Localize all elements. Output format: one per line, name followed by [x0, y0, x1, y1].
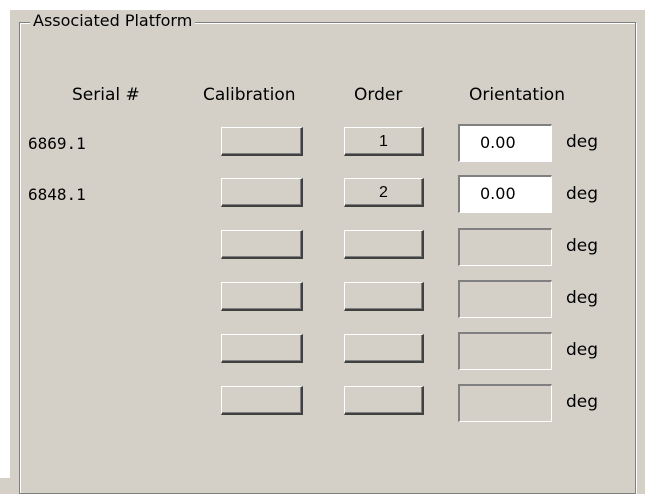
order-button[interactable] [344, 386, 424, 415]
unit-label: deg [566, 288, 599, 308]
unit-label: deg [566, 132, 599, 152]
orientation-field[interactable] [458, 332, 552, 370]
groupbox-title: Associated Platform [30, 10, 196, 32]
calibration-button[interactable] [221, 178, 303, 207]
unit-label: deg [566, 340, 599, 360]
orientation-field[interactable] [458, 228, 552, 266]
header-orientation: Orientation [469, 85, 565, 105]
calibration-button[interactable] [221, 127, 303, 156]
orientation-field[interactable] [458, 384, 552, 422]
order-button[interactable] [344, 230, 424, 259]
window-edge-top [0, 0, 645, 10]
orientation-field[interactable]: 0.00 [458, 124, 552, 162]
orientation-field[interactable] [458, 280, 552, 318]
unit-label: deg [566, 236, 599, 256]
order-button[interactable] [344, 334, 424, 363]
order-button[interactable] [344, 282, 424, 311]
calibration-button[interactable] [221, 334, 303, 363]
unit-label: deg [566, 392, 599, 412]
calibration-button[interactable] [221, 230, 303, 259]
serial-label: 6848.1 [28, 185, 86, 204]
header-order: Order [354, 85, 403, 105]
header-calibration: Calibration [203, 85, 296, 105]
calibration-button[interactable] [221, 282, 303, 311]
window-edge-left [0, 0, 10, 478]
calibration-button[interactable] [221, 386, 303, 415]
orientation-field[interactable]: 0.00 [458, 175, 552, 213]
serial-label: 6869.1 [28, 134, 86, 153]
order-button[interactable]: 2 [344, 178, 424, 207]
unit-label: deg [566, 184, 599, 204]
header-serial: Serial # [72, 85, 140, 105]
order-button[interactable]: 1 [344, 127, 424, 156]
